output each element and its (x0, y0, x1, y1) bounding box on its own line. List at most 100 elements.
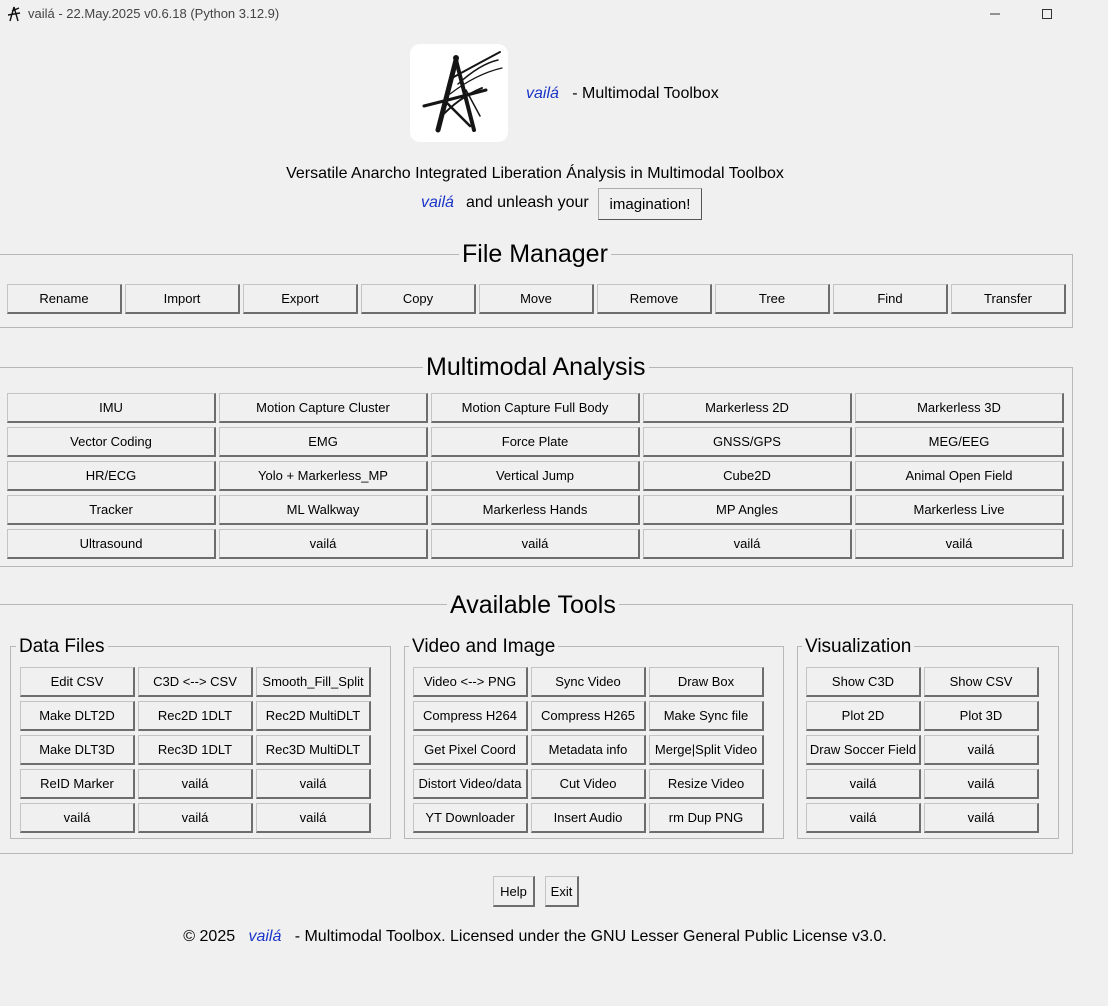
data-files-rec3d-1dlt-button[interactable]: Rec3D 1DLT (138, 735, 253, 765)
visualization-show-csv-button[interactable]: Show CSV (924, 667, 1039, 697)
tagline-brand: vailá (421, 194, 454, 211)
multimodal-vertical-jump-button[interactable]: Vertical Jump (431, 461, 640, 491)
data-files-make-dlt3d-button[interactable]: Make DLT3D (20, 735, 135, 765)
data-files-vail-button[interactable]: vailá (256, 769, 371, 799)
data-files-rec3d-multidlt-button[interactable]: Rec3D MultiDLT (256, 735, 371, 765)
data-files-rec2d-1dlt-button[interactable]: Rec2D 1DLT (138, 701, 253, 731)
multimodal-analysis-title: Multimodal Analysis (423, 355, 649, 380)
data-files-make-dlt2d-button[interactable]: Make DLT2D (20, 701, 135, 731)
file-manager-find-button[interactable]: Find (833, 284, 948, 314)
multimodal-vector-coding-button[interactable]: Vector Coding (7, 427, 216, 457)
multimodal-emg-button[interactable]: EMG (219, 427, 428, 457)
available-tools-title: Available Tools (447, 593, 619, 618)
multimodal-vail-button[interactable]: vailá (431, 529, 640, 559)
multimodal-markerless-live-button[interactable]: Markerless Live (855, 495, 1064, 525)
video-image-cut-video-button[interactable]: Cut Video (531, 769, 646, 799)
data-files-vail-button[interactable]: vailá (256, 803, 371, 833)
help-button[interactable]: Help (493, 876, 535, 907)
data-files-smooth-fill-split-button[interactable]: Smooth_Fill_Split (256, 667, 371, 697)
footer-brand: vailá (248, 928, 282, 945)
file-manager-import-button[interactable]: Import (125, 284, 240, 314)
video-image-compress-h265-button[interactable]: Compress H265 (531, 701, 646, 731)
multimodal-markerless-2d-button[interactable]: Markerless 2D (643, 393, 852, 423)
data-files-vail-button[interactable]: vailá (138, 803, 253, 833)
multimodal-vail-button[interactable]: vailá (219, 529, 428, 559)
video-image-rm-dup-png-button[interactable]: rm Dup PNG (649, 803, 764, 833)
multimodal-gnss-gps-button[interactable]: GNSS/GPS (643, 427, 852, 457)
video-image-get-pixel-coord-button[interactable]: Get Pixel Coord (413, 735, 528, 765)
multimodal-force-plate-button[interactable]: Force Plate (431, 427, 640, 457)
file-manager-tree-button[interactable]: Tree (715, 284, 830, 314)
visualization-vail-button[interactable]: vailá (806, 803, 921, 833)
multimodal-motion-capture-cluster-button[interactable]: Motion Capture Cluster (219, 393, 428, 423)
multimodal-markerless-3d-button[interactable]: Markerless 3D (855, 393, 1064, 423)
data-files-vail-button[interactable]: vailá (138, 769, 253, 799)
footer-text: - Multimodal Toolbox. Licensed under the… (294, 928, 887, 945)
visualization-title: Visualization (802, 637, 915, 656)
multimodal-cube2d-button[interactable]: Cube2D (643, 461, 852, 491)
file-manager-move-button[interactable]: Move (479, 284, 594, 314)
file-manager-rename-button[interactable]: Rename (7, 284, 122, 314)
visualization-vail-button[interactable]: vailá (924, 769, 1039, 799)
subtitle: Versatile Anarcho Integrated Liberation … (286, 165, 784, 182)
multimodal-motion-capture-full-body-button[interactable]: Motion Capture Full Body (431, 393, 640, 423)
file-manager-title: File Manager (459, 242, 611, 267)
video-image-video-png-button[interactable]: Video <--> PNG (413, 667, 528, 697)
maximize-icon (1042, 9, 1052, 19)
video-image-draw-box-button[interactable]: Draw Box (649, 667, 764, 697)
video-image-distort-video-data-button[interactable]: Distort Video/data (413, 769, 528, 799)
multimodal-vail-button[interactable]: vailá (643, 529, 852, 559)
maximize-button[interactable] (1024, 0, 1070, 28)
tagline-text: and unleash your (466, 194, 589, 211)
visualization-plot-3d-button[interactable]: Plot 3D (924, 701, 1039, 731)
data-files-c3d-csv-button[interactable]: C3D <--> CSV (138, 667, 253, 697)
footer-copyright: © 2025 (183, 928, 236, 945)
visualization-draw-soccer-field-button[interactable]: Draw Soccer Field (806, 735, 921, 765)
data-files-reid-marker-button[interactable]: ReID Marker (20, 769, 135, 799)
multimodal-vail-button[interactable]: vailá (855, 529, 1064, 559)
imagination-button[interactable]: imagination! (598, 188, 702, 220)
data-files-rec2d-multidlt-button[interactable]: Rec2D MultiDLT (256, 701, 371, 731)
video-image-sync-video-button[interactable]: Sync Video (531, 667, 646, 697)
multimodal-hr-ecg-button[interactable]: HR/ECG (7, 461, 216, 491)
file-manager-remove-button[interactable]: Remove (597, 284, 712, 314)
visualization-vail-button[interactable]: vailá (806, 769, 921, 799)
minimize-icon (990, 13, 1000, 15)
video-image-resize-video-button[interactable]: Resize Video (649, 769, 764, 799)
exit-button[interactable]: Exit (545, 876, 579, 907)
multimodal-ultrasound-button[interactable]: Ultrasound (7, 529, 216, 559)
visualization-vail-button[interactable]: vailá (924, 735, 1039, 765)
vaila-logo-icon (6, 6, 22, 22)
multimodal-imu-button[interactable]: IMU (7, 393, 216, 423)
footer-license: © 2025 vailá - Multimodal Toolbox. Licen… (0, 928, 1070, 946)
window-title: vailá - 22.May.2025 v0.6.18 (Python 3.12… (28, 6, 280, 21)
multimodal-yolo-markerless-mp-button[interactable]: Yolo + Markerless_MP (219, 461, 428, 491)
video-image-title: Video and Image (409, 637, 559, 656)
file-manager-transfer-button[interactable]: Transfer (951, 284, 1066, 314)
data-files-title: Data Files (16, 637, 108, 656)
visualization-vail-button[interactable]: vailá (924, 803, 1039, 833)
multimodal-meg-eeg-button[interactable]: MEG/EEG (855, 427, 1064, 457)
video-image-metadata-info-button[interactable]: Metadata info (531, 735, 646, 765)
visualization-plot-2d-button[interactable]: Plot 2D (806, 701, 921, 731)
video-image-insert-audio-button[interactable]: Insert Audio (531, 803, 646, 833)
visualization-show-c3d-button[interactable]: Show C3D (806, 667, 921, 697)
video-image-make-sync-file-button[interactable]: Make Sync file (649, 701, 764, 731)
file-manager-export-button[interactable]: Export (243, 284, 358, 314)
multimodal-markerless-hands-button[interactable]: Markerless Hands (431, 495, 640, 525)
video-image-merge-split-video-button[interactable]: Merge|Split Video (649, 735, 764, 765)
app-title: vailá - Multimodal Toolbox (526, 85, 719, 103)
video-image-compress-h264-button[interactable]: Compress H264 (413, 701, 528, 731)
multimodal-animal-open-field-button[interactable]: Animal Open Field (855, 461, 1064, 491)
vaila-logo (410, 44, 508, 142)
video-image-yt-downloader-button[interactable]: YT Downloader (413, 803, 528, 833)
brand-name: vailá (526, 85, 559, 102)
data-files-vail-button[interactable]: vailá (20, 803, 135, 833)
file-manager-copy-button[interactable]: Copy (361, 284, 476, 314)
app-title-suffix: - Multimodal Toolbox (572, 85, 719, 102)
multimodal-ml-walkway-button[interactable]: ML Walkway (219, 495, 428, 525)
data-files-edit-csv-button[interactable]: Edit CSV (20, 667, 135, 697)
multimodal-mp-angles-button[interactable]: MP Angles (643, 495, 852, 525)
multimodal-tracker-button[interactable]: Tracker (7, 495, 216, 525)
minimize-button[interactable] (972, 0, 1018, 28)
